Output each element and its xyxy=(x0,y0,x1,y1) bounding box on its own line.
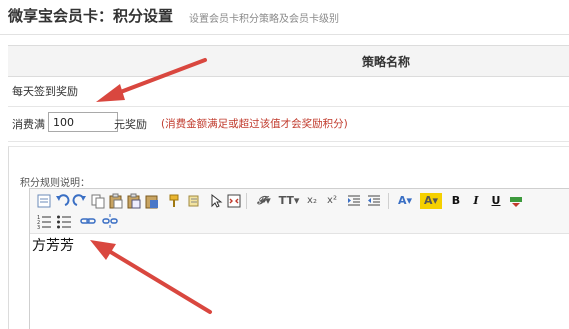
underline-icon[interactable]: U xyxy=(488,193,504,209)
paste-word-icon[interactable] xyxy=(144,193,160,209)
table-row-signin: 每天签到奖励 xyxy=(8,76,569,107)
spend-prefix-label: 消费满 xyxy=(12,118,45,131)
ordered-list-icon[interactable]: 123 xyxy=(36,213,52,231)
superscript-icon[interactable]: x² xyxy=(324,193,340,209)
spend-suffix-label: 元奖励 xyxy=(114,118,147,131)
subscript-icon[interactable]: x₂ xyxy=(304,193,320,209)
source-icon[interactable] xyxy=(36,193,52,209)
table-row-spend: 消费满 元奖励 (消费金额满足或超过该值才会奖励积分) xyxy=(8,107,569,142)
copy-icon[interactable] xyxy=(90,193,106,209)
signin-reward-label: 每天签到奖励 xyxy=(12,85,78,98)
unlink-icon[interactable] xyxy=(102,213,118,229)
indent-icon[interactable] xyxy=(346,193,362,209)
page-header: 微享宝会员卡：积分设置 设置会员卡积分策略及会员卡级别 xyxy=(0,0,569,35)
font-color-icon[interactable]: A▾ xyxy=(394,193,416,209)
unordered-list-icon[interactable] xyxy=(56,213,72,229)
format-brush-icon[interactable] xyxy=(166,193,182,209)
rich-text-editor[interactable]: 𝓕▾ TT▾ x₂ x² A▾ A▾ B I U 123 方芳芳 xyxy=(29,188,569,329)
select-icon[interactable] xyxy=(208,193,224,209)
editor-toolbar: 𝓕▾ TT▾ x₂ x² A▾ A▾ B I U 123 xyxy=(30,189,569,234)
italic-icon[interactable]: I xyxy=(468,193,484,209)
fullscreen-icon[interactable] xyxy=(226,193,242,209)
page-title: 微享宝会员卡：积分设置 xyxy=(8,7,174,25)
toolbar-separator xyxy=(388,193,389,209)
outdent-icon[interactable] xyxy=(366,193,382,209)
column-header-strategy-name: 策略名称 xyxy=(362,55,411,69)
svg-text:3: 3 xyxy=(37,225,40,229)
rules-description-label: 积分规则说明： xyxy=(20,178,90,189)
page-subtitle: 设置会员卡积分策略及会员卡级别 xyxy=(189,14,339,25)
highlight-icon[interactable]: A▾ xyxy=(420,193,442,209)
toolbar-separator xyxy=(246,193,247,209)
link-icon[interactable] xyxy=(80,213,96,229)
clear-format-icon[interactable] xyxy=(186,193,202,209)
spend-amount-input[interactable] xyxy=(48,112,118,132)
undo-icon[interactable] xyxy=(54,193,70,209)
paste-text-icon[interactable] xyxy=(126,193,142,209)
table-header: 策略名称 xyxy=(8,45,569,77)
spend-hint-text: (消费金额满足或超过该值才会奖励积分) xyxy=(161,118,348,130)
paste-icon[interactable] xyxy=(108,193,124,209)
strikethrough-icon[interactable] xyxy=(508,193,524,209)
font-size-icon[interactable]: TT▾ xyxy=(278,193,300,209)
font-family-icon[interactable]: 𝓕▾ xyxy=(254,193,274,209)
bold-icon[interactable]: B xyxy=(448,193,464,209)
editor-content[interactable]: 方芳芳 xyxy=(32,235,74,255)
redo-icon[interactable] xyxy=(72,193,88,209)
